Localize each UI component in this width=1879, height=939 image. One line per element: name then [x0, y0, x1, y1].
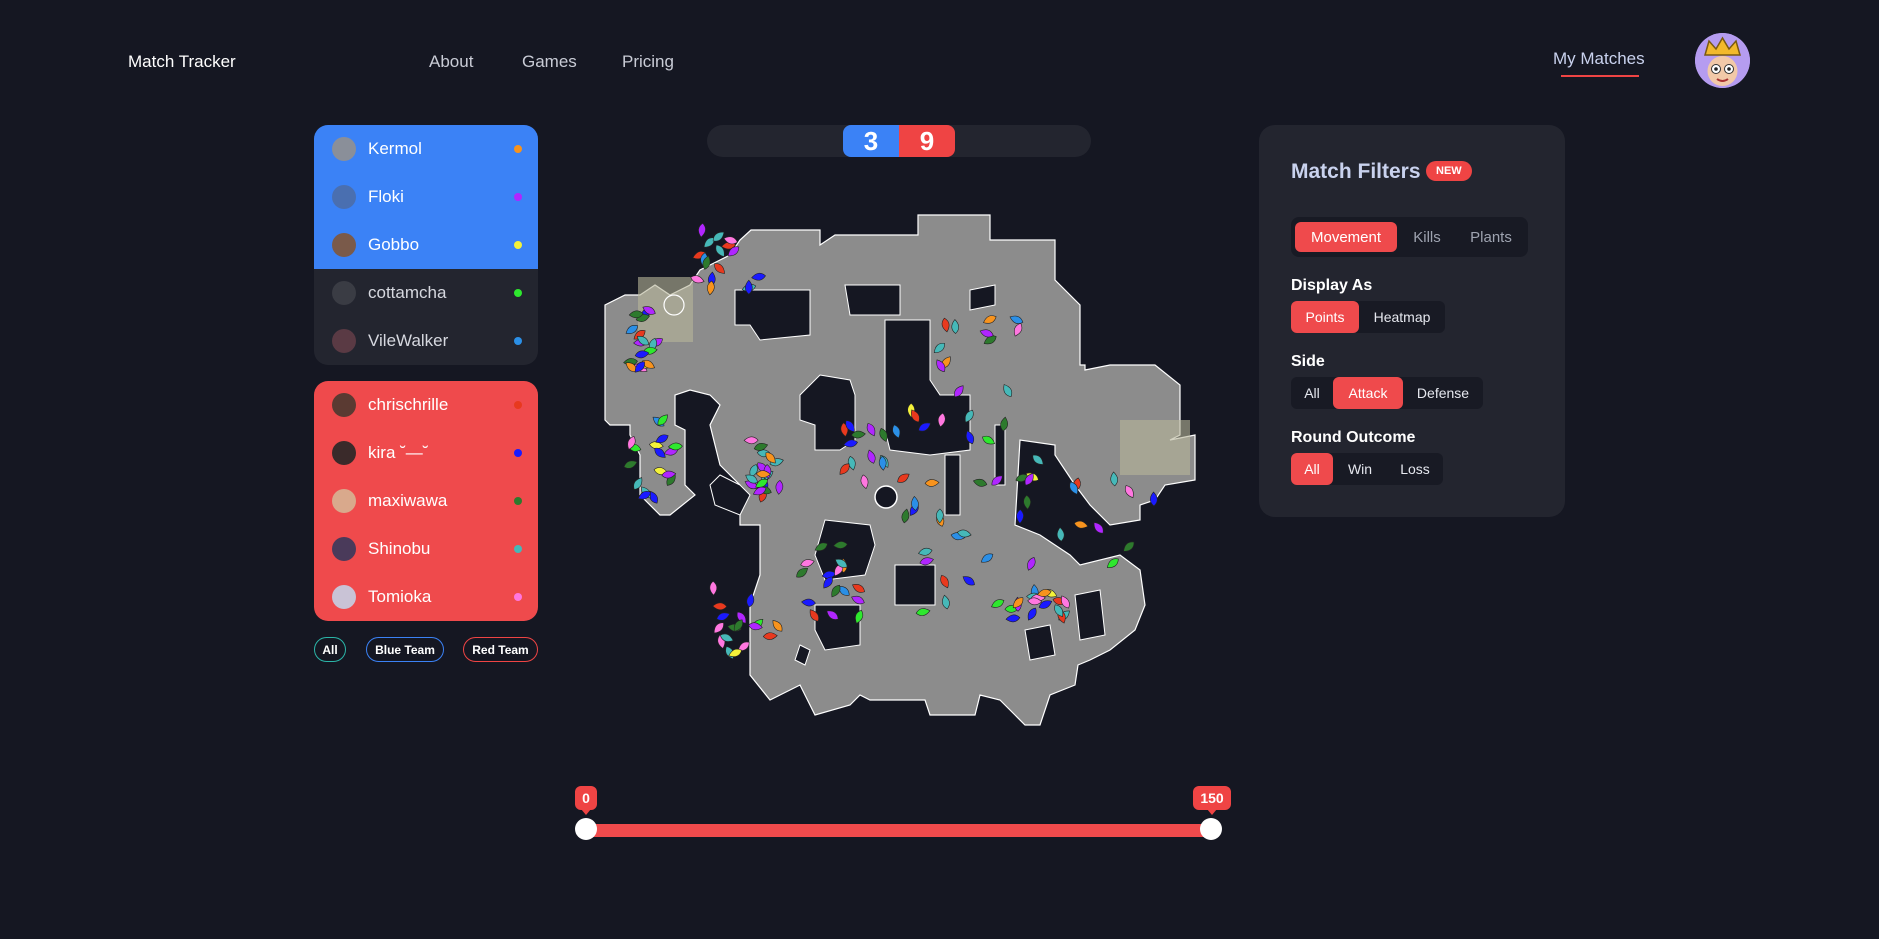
avatar-crown-icon: [1695, 33, 1750, 88]
filter-blue-team-chip[interactable]: Blue Team: [366, 637, 444, 662]
player-color-dot: [514, 145, 522, 153]
side-attack-button[interactable]: Attack: [1333, 377, 1403, 409]
player-name: Tomioka: [368, 587, 432, 606]
player-name: cottamcha: [368, 283, 447, 302]
player-name: Floki: [368, 187, 404, 206]
map-position-marker: [709, 580, 718, 596]
tab-kills[interactable]: Kills: [1397, 222, 1457, 252]
round-outcome-toggle: All Win Loss: [1291, 453, 1443, 485]
player-row[interactable]: Shinobu: [314, 525, 538, 573]
outcome-all-button[interactable]: All: [1291, 453, 1333, 485]
new-badge: NEW: [1426, 161, 1472, 181]
map-position-marker: [1056, 526, 1065, 542]
nav-about[interactable]: About: [429, 52, 473, 72]
nav-pricing[interactable]: Pricing: [622, 52, 674, 72]
filter-all-chip[interactable]: All: [314, 637, 346, 662]
display-as-toggle: Points Heatmap: [1291, 301, 1445, 333]
player-name: maxiwawa: [368, 491, 448, 510]
side-toggle: All Attack Defense: [1291, 377, 1483, 409]
player-name: Kermol: [368, 139, 422, 158]
player-avatar: [332, 185, 356, 209]
player-name: Shinobu: [368, 539, 431, 558]
round-outcome-label: Round Outcome: [1291, 429, 1416, 446]
map-position-marker: [712, 602, 728, 611]
player-row[interactable]: cottamcha: [314, 269, 538, 317]
range-max-handle[interactable]: [1200, 818, 1222, 840]
blue-score: 3: [843, 125, 899, 157]
player-row[interactable]: VileWalker: [314, 317, 538, 365]
player-avatar: [332, 137, 356, 161]
display-points-button[interactable]: Points: [1291, 301, 1359, 333]
tab-movement[interactable]: Movement: [1295, 222, 1397, 252]
player-name: VileWalker: [368, 331, 449, 350]
player-avatar: [332, 393, 356, 417]
map-position-marker: [623, 460, 638, 469]
filters-title: Match Filters: [1291, 160, 1421, 183]
red-score: 9: [899, 125, 955, 157]
nav-my-matches[interactable]: My Matches: [1553, 49, 1645, 69]
map-position-marker: [698, 222, 706, 238]
player-row[interactable]: Kermol: [314, 125, 538, 173]
tab-plants[interactable]: Plants: [1457, 222, 1525, 252]
player-name: Gobbo: [368, 235, 420, 254]
player-row[interactable]: chrischrille: [314, 381, 538, 429]
player-color-dot: [514, 449, 522, 457]
red-team-roster: chrischrille kira ˘—˘ maxiwawa Shinobu Tomio…: [314, 381, 538, 621]
match-filters-panel: Match Filters NEW Movement Kills Plants …: [1259, 125, 1565, 517]
player-color-dot: [514, 401, 522, 409]
map-position-marker: [1032, 454, 1044, 465]
round-range-track[interactable]: [585, 824, 1212, 837]
user-avatar[interactable]: [1695, 33, 1750, 88]
brand-logo[interactable]: Match Tracker: [128, 52, 236, 72]
player-color-dot: [514, 289, 522, 297]
map-position-marker: [1016, 509, 1024, 524]
range-max-tooltip: 150: [1193, 786, 1231, 815]
display-as-label: Display As: [1291, 277, 1373, 294]
active-nav-underline: [1561, 75, 1639, 77]
nav-games[interactable]: Games: [522, 52, 577, 72]
player-avatar: [332, 489, 356, 513]
player-name: chrischrille: [368, 395, 449, 414]
display-heatmap-button[interactable]: Heatmap: [1359, 301, 1445, 333]
side-defense-button[interactable]: Defense: [1403, 377, 1483, 409]
map-layout: [604, 214, 1196, 726]
map-position-marker: [713, 622, 724, 634]
match-map[interactable]: [600, 195, 1196, 785]
player-row[interactable]: Tomioka: [314, 573, 538, 621]
filter-red-team-chip[interactable]: Red Team: [463, 637, 538, 662]
player-row[interactable]: Gobbo: [314, 221, 538, 269]
player-row[interactable]: maxiwawa: [314, 477, 538, 525]
player-avatar: [332, 537, 356, 561]
player-avatar: [332, 585, 356, 609]
player-avatar: [332, 329, 356, 353]
map-position-marker: [1073, 520, 1089, 529]
side-label: Side: [1291, 353, 1325, 370]
map-position-marker: [1093, 522, 1104, 534]
outcome-win-button[interactable]: Win: [1333, 453, 1387, 485]
player-color-dot: [514, 545, 522, 553]
player-color-dot: [514, 241, 522, 249]
player-name: kira ˘—˘: [368, 443, 429, 462]
range-min-tooltip: 0: [575, 786, 597, 815]
player-avatar: [332, 233, 356, 257]
range-min-handle[interactable]: [575, 818, 597, 840]
map-position-marker: [716, 612, 731, 621]
player-avatar: [332, 441, 356, 465]
outcome-loss-button[interactable]: Loss: [1387, 453, 1443, 485]
player-row[interactable]: kira ˘—˘: [314, 429, 538, 477]
player-color-dot: [514, 337, 522, 345]
blue-team-roster: Kermol Floki Gobbo cottamcha VileWalker: [314, 125, 538, 365]
player-avatar: [332, 281, 356, 305]
player-color-dot: [514, 193, 522, 201]
player-color-dot: [514, 497, 522, 505]
player-row[interactable]: Floki: [314, 173, 538, 221]
mode-tabs: Movement Kills Plants: [1291, 217, 1528, 257]
side-all-button[interactable]: All: [1291, 377, 1333, 409]
player-color-dot: [514, 593, 522, 601]
map-position-marker: [1023, 494, 1031, 510]
map-position-marker: [1123, 541, 1135, 552]
